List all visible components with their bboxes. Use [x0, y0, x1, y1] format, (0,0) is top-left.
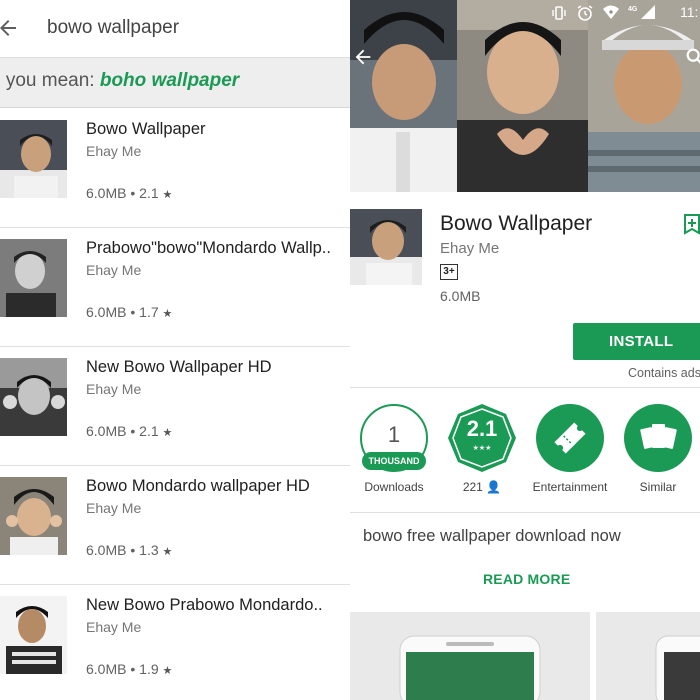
wishlist-icon[interactable]	[682, 213, 700, 235]
rating-count-label: 221 👤	[447, 480, 517, 494]
contains-ads-label: Contains ads	[628, 366, 700, 380]
signal-icon	[640, 4, 656, 23]
back-arrow-icon[interactable]	[0, 16, 20, 40]
content-rating-badge: 3+	[440, 264, 458, 280]
star-icon: ★	[162, 308, 173, 320]
result-item[interactable]: Bowo Wallpaper Ehay Me 6.0MB • 2.1 ★	[0, 109, 350, 228]
result-rating: 1.9	[139, 661, 159, 677]
result-developer: Ehay Me	[86, 500, 142, 516]
result-title[interactable]: Bowo Mondardo wallpaper HD	[86, 477, 348, 496]
person-icon: 👤	[486, 480, 502, 494]
result-size: 6.0MB	[86, 423, 127, 439]
app-thumbnail[interactable]	[0, 120, 67, 198]
search-icon[interactable]	[684, 46, 700, 68]
result-rating: 2.1	[139, 423, 159, 439]
screenshot-2[interactable]	[457, 0, 588, 192]
downloads-badge: THOUSAND	[362, 452, 426, 470]
result-item[interactable]: Bowo Mondardo wallpaper HD Ehay Me 6.0MB…	[0, 466, 350, 585]
preview-screenshot-1[interactable]	[350, 612, 590, 700]
star-icon: ★	[162, 189, 173, 201]
did-you-mean-text: d you mean: boho wallpaper	[0, 70, 239, 92]
result-developer: Ehay Me	[86, 143, 142, 159]
app-description: bowo free wallpaper download now	[363, 527, 621, 545]
result-size: 6.0MB	[86, 304, 127, 320]
app-thumbnail[interactable]	[0, 239, 67, 317]
app-icon	[350, 209, 422, 285]
result-item[interactable]: New Bowo Wallpaper HD Ehay Me 6.0MB • 2.…	[0, 347, 350, 466]
read-more-button[interactable]: READ MORE	[483, 571, 570, 587]
alarm-icon	[576, 4, 594, 25]
result-meta: 6.0MB • 2.1 ★	[86, 423, 173, 439]
downloads-number: 1	[387, 422, 401, 447]
downloads-stat: 1 THOUSAND	[360, 404, 428, 472]
cards-icon	[640, 424, 677, 449]
install-button[interactable]: INSTALL	[573, 323, 700, 360]
app-title: Bowo Wallpaper	[440, 212, 593, 235]
vibrate-icon	[551, 5, 567, 24]
result-meta: 6.0MB • 2.1 ★	[86, 185, 173, 201]
wifi-icon	[602, 4, 620, 23]
screenshot-header[interactable]: 4G 11:	[350, 0, 700, 192]
result-item[interactable]: Prabowo"bowo"Mondardo Wallp.. Ehay Me 6.…	[0, 228, 350, 347]
did-you-mean-prefix: d you mean:	[0, 70, 100, 91]
result-title[interactable]: Bowo Wallpaper	[86, 120, 348, 139]
app-developer-link[interactable]: Ehay Me	[440, 240, 499, 257]
search-results-panel: bowo wallpaper d you mean: boho wallpape…	[0, 0, 350, 700]
rating-stars-icon: ★★★	[472, 445, 492, 452]
screenshot-1[interactable]	[350, 0, 457, 192]
result-title[interactable]: Prabowo"bowo"Mondardo Wallp..	[86, 239, 348, 258]
did-you-mean-banner: d you mean: boho wallpaper	[0, 58, 350, 108]
divider	[350, 387, 700, 388]
did-you-mean-suggestion-link[interactable]: boho wallpaper	[100, 70, 239, 91]
result-developer: Ehay Me	[86, 262, 142, 278]
back-arrow-icon[interactable]	[352, 46, 374, 68]
rating-value: 2.1	[466, 416, 498, 441]
divider	[350, 512, 700, 513]
rating-count: 221	[462, 480, 483, 494]
similar-label[interactable]: Similar	[622, 480, 694, 494]
app-thumbnail[interactable]	[0, 596, 67, 674]
star-icon: ★	[162, 546, 173, 558]
network-type: 4G	[628, 6, 638, 13]
app-details-panel: 4G 11: Bowo Wallpaper Ehay Me 3+ 6.0MB I…	[350, 0, 700, 700]
result-title[interactable]: New Bowo Prabowo Mondardo..	[86, 596, 348, 615]
screenshot-carousel[interactable]	[350, 612, 700, 700]
app-thumbnail[interactable]	[0, 358, 67, 436]
result-title[interactable]: New Bowo Wallpaper HD	[86, 358, 348, 377]
preview-screenshot-2[interactable]	[596, 612, 700, 700]
result-size: 6.0MB	[86, 185, 127, 201]
app-thumbnail[interactable]	[0, 477, 67, 555]
result-meta: 6.0MB • 1.7 ★	[86, 304, 173, 320]
status-time: 11:	[680, 4, 699, 20]
result-size: 6.0MB	[86, 542, 127, 558]
app-size: 6.0MB	[440, 288, 481, 304]
search-input[interactable]: bowo wallpaper	[47, 17, 179, 39]
screenshot-3[interactable]	[588, 0, 700, 192]
category-label[interactable]: Entertainment	[528, 480, 612, 494]
result-developer: Ehay Me	[86, 619, 142, 635]
result-rating: 2.1	[139, 185, 159, 201]
rating-stat[interactable]: 2.1 ★★★	[446, 402, 518, 474]
category-stat[interactable]	[536, 404, 604, 472]
result-rating: 1.7	[139, 304, 159, 320]
star-icon: ★	[162, 427, 173, 439]
result-size: 6.0MB	[86, 661, 127, 677]
result-developer: Ehay Me	[86, 381, 142, 397]
result-meta: 6.0MB • 1.9 ★	[86, 661, 173, 677]
result-rating: 1.3	[139, 542, 159, 558]
star-icon: ★	[162, 665, 173, 677]
search-bar[interactable]: bowo wallpaper	[0, 0, 350, 58]
result-item[interactable]: New Bowo Prabowo Mondardo.. Ehay Me 6.0M…	[0, 585, 350, 700]
result-meta: 6.0MB • 1.3 ★	[86, 542, 173, 558]
similar-stat[interactable]	[624, 404, 692, 472]
status-bar: 4G 11:	[350, 0, 700, 26]
downloads-label: Downloads	[364, 480, 424, 494]
